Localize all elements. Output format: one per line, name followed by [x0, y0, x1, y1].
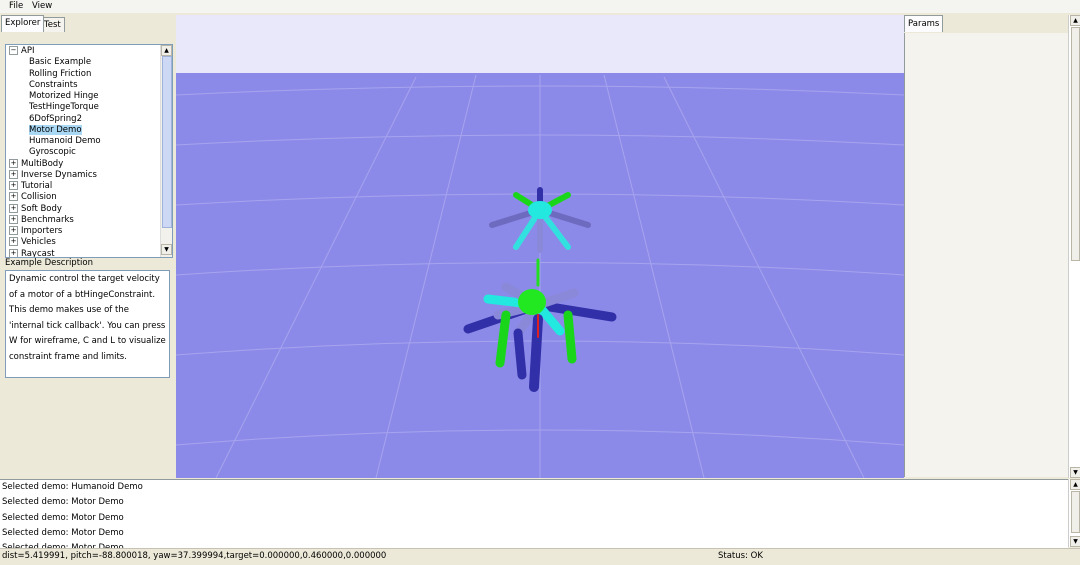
- expand-icon[interactable]: +: [9, 169, 18, 179]
- expand-icon[interactable]: +: [9, 158, 18, 168]
- tree-item-label: Raycast: [21, 248, 55, 258]
- description-line: This demo makes use of the: [9, 305, 129, 315]
- tree-item[interactable]: + Tutorial: [9, 181, 52, 192]
- tree-item[interactable]: + Vehicles: [9, 237, 56, 248]
- params-panel: [904, 33, 1069, 477]
- tree-item-label: Soft Body: [21, 203, 62, 214]
- tree-item-label: Tutorial: [21, 181, 53, 191]
- tree-item-label: Basic Example: [29, 57, 92, 68]
- tree-scrollbar[interactable]: ▲ ▼: [160, 45, 172, 257]
- tab-params[interactable]: Params: [904, 15, 944, 32]
- log-line: Selected demo: Motor Demo: [2, 527, 124, 538]
- menu-file[interactable]: File: [9, 1, 23, 11]
- tree-item[interactable]: + Benchmarks: [9, 214, 74, 226]
- scroll-thumb[interactable]: [162, 56, 172, 228]
- expand-icon[interactable]: +: [9, 203, 18, 213]
- tab-explorer[interactable]: Explorer: [1, 15, 45, 32]
- menu-view[interactable]: View: [32, 1, 52, 11]
- status-text: Status: OK: [718, 551, 763, 561]
- tree-item[interactable]: Motorized Hinge: [29, 91, 98, 102]
- log-line: Selected demo: Motor Demo: [2, 512, 124, 523]
- tree-item-label: Collision: [21, 192, 57, 203]
- scroll-down-icon[interactable]: ▼: [1070, 467, 1080, 478]
- scroll-up-icon[interactable]: ▲: [1070, 15, 1080, 26]
- expand-icon[interactable]: +: [9, 248, 18, 257]
- example-tree[interactable]: ▲ ▼ − API Basic Example Rolling Friction Con…: [5, 44, 173, 258]
- log-line: Selected demo: Motor Demo: [2, 497, 124, 508]
- description-title: Example Description: [5, 258, 93, 268]
- scene: [176, 74, 904, 478]
- description-line: constraint frame and limits.: [9, 351, 127, 362]
- collapse-icon[interactable]: −: [9, 46, 18, 55]
- log-output: Selected demo: Humanoid Demo Selected dem…: [0, 479, 1068, 548]
- tree-item[interactable]: Basic Example: [29, 57, 91, 68]
- tree-item[interactable]: 6DofSpring2: [29, 114, 82, 125]
- scroll-down-icon[interactable]: ▼: [1070, 536, 1080, 547]
- expand-icon[interactable]: +: [9, 237, 18, 247]
- tree-item[interactable]: Humanoid Demo: [29, 136, 101, 147]
- tree-item-label: Importers: [21, 226, 63, 236]
- scroll-down-icon[interactable]: ▼: [161, 244, 172, 255]
- tree-item[interactable]: Constraints: [29, 80, 78, 91]
- tree-item-label: Constraints: [29, 79, 78, 90]
- camera-info: dist=5.419991, pitch=-88.800018, yaw=37.…: [2, 551, 387, 561]
- tree-item-label: Humanoid Demo: [29, 136, 101, 146]
- log-line: Selected demo: Humanoid Demo: [2, 482, 143, 492]
- tree-item-label: API: [21, 46, 35, 56]
- log-scrollbar[interactable]: ▲ ▼: [1068, 479, 1080, 547]
- tree-item[interactable]: + Collision: [9, 192, 57, 203]
- tree-item-label: MultiBody: [21, 158, 64, 169]
- tree-item[interactable]: − API: [9, 46, 34, 57]
- params-scrollbar[interactable]: ▲ ▼: [1068, 15, 1080, 478]
- tree-item[interactable]: + Raycast: [9, 248, 55, 258]
- scroll-thumb[interactable]: [1071, 27, 1080, 261]
- tree-item-label: TestHingeTorque: [29, 102, 99, 113]
- status-bar: dist=5.419991, pitch=-88.800018, yaw=37.…: [0, 548, 1080, 565]
- ground-grid: [176, 74, 904, 478]
- tree-item-label: Motorized Hinge: [29, 91, 99, 101]
- tree-item[interactable]: + MultiBody: [9, 158, 64, 170]
- scroll-thumb[interactable]: [1071, 491, 1080, 533]
- description-box: Dynamic control the target velocity of a …: [5, 270, 170, 378]
- tree-item-label: Motor Demo: [29, 124, 82, 135]
- tree-item-label: Vehicles: [21, 237, 56, 248]
- expand-icon[interactable]: +: [9, 181, 18, 190]
- description-line: W for wireframe, C and L to visualize: [9, 336, 166, 346]
- 3d-viewport[interactable]: [176, 15, 904, 478]
- scroll-up-icon[interactable]: ▲: [161, 45, 172, 56]
- tree-item-label: Inverse Dynamics: [21, 169, 97, 180]
- tree-item-label: Benchmarks: [21, 214, 74, 225]
- tree-item[interactable]: + Importers: [9, 226, 62, 237]
- description-line: of a motor of a btHingeConstraint.: [9, 289, 156, 300]
- tree-item[interactable]: TestHingeTorque: [29, 102, 99, 113]
- tree-item[interactable]: + Soft Body: [9, 203, 62, 215]
- tree-item[interactable]: Rolling Friction: [29, 69, 91, 80]
- description-line: Dynamic control the target velocity: [9, 274, 160, 284]
- expand-icon[interactable]: +: [9, 192, 18, 202]
- expand-icon[interactable]: +: [9, 226, 18, 235]
- robot-upper: [489, 187, 591, 253]
- expand-icon[interactable]: +: [9, 214, 18, 224]
- tree-item-label: 6DofSpring2: [29, 113, 82, 124]
- tree-item[interactable]: Gyroscopic: [29, 147, 76, 158]
- tree-item[interactable]: Motor Demo: [29, 124, 82, 136]
- description-line: 'internal tick callback'. You can press: [9, 320, 166, 331]
- tree-item-label: Rolling Friction: [29, 68, 92, 79]
- scroll-up-icon[interactable]: ▲: [1070, 479, 1080, 490]
- tree-item-label: Gyroscopic: [29, 147, 76, 158]
- tree-item[interactable]: + Inverse Dynamics: [9, 169, 97, 181]
- menu-bar: File View: [0, 0, 1080, 13]
